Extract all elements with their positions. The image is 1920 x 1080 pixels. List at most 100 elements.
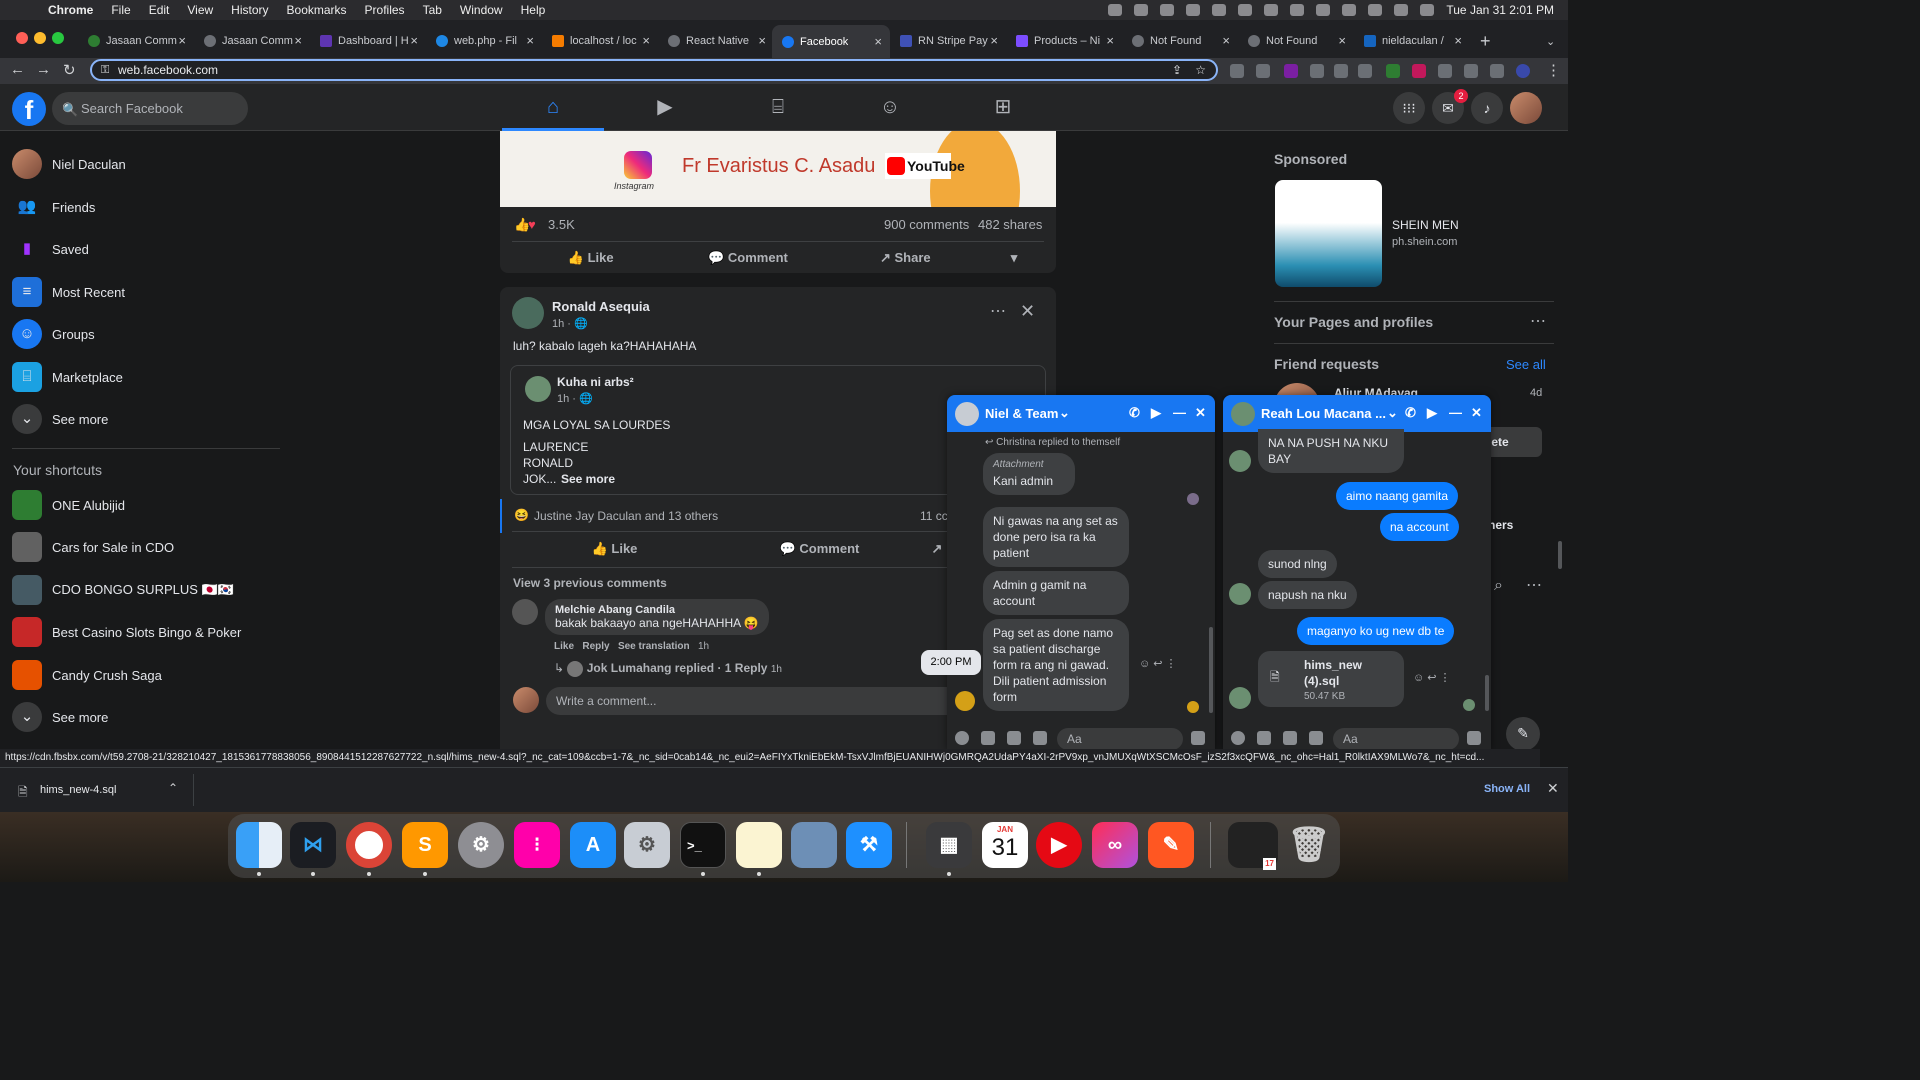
show-all-button[interactable]: Show All — [1484, 783, 1530, 795]
shortcut-item[interactable]: Candy Crush Saga — [12, 657, 162, 693]
message-bubble[interactable]: na account — [1380, 513, 1459, 541]
facebook-logo-icon[interactable]: f — [12, 92, 46, 126]
sidebar-see-more[interactable]: ⌄ See more — [12, 401, 108, 437]
search-icon[interactable]: ⌕ — [1494, 577, 1503, 595]
status-icon[interactable] — [1264, 4, 1279, 16]
gif-icon[interactable] — [1033, 731, 1047, 745]
preview-icon[interactable] — [791, 822, 837, 868]
shared-author[interactable]: Kuha ni arbs² — [557, 375, 634, 389]
notes-icon[interactable] — [736, 822, 782, 868]
menu-bookmarks[interactable]: Bookmarks — [287, 3, 347, 17]
close-tab-icon[interactable]: × — [874, 34, 882, 49]
extension-icon[interactable] — [1334, 64, 1348, 78]
sidebar-item-marketplace[interactable]: ⌸ Marketplace — [12, 359, 123, 395]
system-preferences-icon[interactable]: ⚙ — [458, 822, 504, 868]
chrome-menu-icon[interactable]: ⋮ — [1546, 61, 1561, 79]
menubar-clock[interactable]: Tue Jan 31 2:01 PM — [1446, 3, 1554, 17]
ad-image[interactable] — [1275, 180, 1382, 287]
account-avatar[interactable] — [1510, 92, 1542, 124]
groups-tab-icon[interactable]: ☺ — [839, 84, 941, 131]
calculator-icon[interactable]: ▦ — [926, 822, 972, 868]
new-message-icon[interactable]: ✎ — [1506, 717, 1540, 751]
video-call-icon[interactable]: ▶ — [1151, 405, 1161, 421]
post-image-banner[interactable]: Instagram Fr Evaristus C. Asadu YouTube — [500, 131, 1056, 207]
message-bubble[interactable]: Attachment Kani admin — [983, 453, 1075, 495]
pencil-app-icon[interactable]: ✎ — [1148, 822, 1194, 868]
share-icon[interactable]: ⇪ — [1172, 61, 1182, 79]
message-bubble[interactable]: NA NA PUSH NA NKU BAY — [1258, 429, 1404, 473]
status-icon[interactable] — [1134, 4, 1149, 16]
message-bubble[interactable]: maganyo ko ug new db te — [1297, 617, 1455, 645]
phone-icon[interactable]: ✆ — [1129, 405, 1140, 421]
browser-tab[interactable]: Not Found × — [1248, 30, 1346, 52]
sidebar-item-saved[interactable]: ▮ Saved — [12, 231, 89, 267]
extension-icon[interactable] — [1230, 64, 1244, 78]
chevron-down-icon[interactable]: ⌄ — [1059, 405, 1070, 421]
chat-header[interactable]: Reah Lou Macana ... ⌄ ✆ ▶ — ✕ — [1223, 395, 1491, 432]
lock-icon[interactable]: ⚿ — [101, 61, 109, 79]
close-icon[interactable]: ✕ — [1195, 405, 1206, 421]
image-icon[interactable] — [981, 731, 995, 745]
headphones-icon[interactable] — [1238, 4, 1253, 16]
status-icon[interactable] — [1108, 4, 1123, 16]
menu-profiles[interactable]: Profiles — [365, 3, 405, 17]
app-store-icon[interactable]: A — [570, 822, 616, 868]
marketplace-tab-icon[interactable]: ⌸ — [727, 84, 829, 131]
close-icon[interactable]: ✕ — [1020, 301, 1035, 322]
facebook-search-input[interactable]: 🔍 Search Facebook — [52, 92, 248, 125]
close-tab-icon[interactable]: × — [758, 33, 766, 48]
chat-scrollbar[interactable] — [1209, 627, 1213, 713]
close-tab-icon[interactable]: × — [178, 33, 186, 48]
siri-icon[interactable] — [1420, 4, 1435, 16]
write-comment-input[interactable]: Write a comment... — [546, 687, 966, 715]
more-options-icon[interactable]: ⋯ — [1530, 311, 1546, 331]
shortcut-item[interactable]: CDO BONGO SURPLUS 🇯🇵🇰🇷 — [12, 572, 234, 608]
messenger-icon[interactable]: ✉ 2 — [1432, 89, 1468, 124]
share-count[interactable]: 482 shares — [978, 217, 1042, 232]
message-bubble[interactable]: Admin g gamit na account — [983, 571, 1129, 615]
chat-header[interactable]: Niel & Team ⌄ ✆ ▶ — ✕ — [947, 395, 1215, 432]
forward-button[interactable]: → — [36, 61, 51, 78]
shortcut-item[interactable]: Cars for Sale in CDO — [12, 529, 174, 565]
see-all-link[interactable]: See all — [1506, 357, 1546, 372]
minimize-icon[interactable]: — — [1173, 405, 1186, 420]
close-tab-icon[interactable]: × — [642, 33, 650, 48]
sticker-icon[interactable] — [1007, 731, 1021, 745]
close-tab-icon[interactable]: × — [1338, 33, 1346, 48]
comment-button[interactable]: 💬 Comment — [669, 242, 826, 274]
like-button[interactable]: 👍 Like — [512, 242, 669, 274]
battery-icon[interactable] — [1290, 4, 1305, 16]
close-tab-icon[interactable]: × — [1454, 33, 1462, 48]
browser-tab[interactable]: Products – Ni × — [1016, 30, 1114, 52]
sidebar-item-profile[interactable]: Niel Daculan — [12, 146, 126, 182]
browser-tab[interactable]: localhost / loc × — [552, 30, 650, 52]
message-bubble[interactable]: aimo naang gamita — [1336, 482, 1459, 510]
more-options-icon[interactable]: ⋯ — [990, 301, 1006, 321]
extension-icon[interactable] — [1386, 64, 1400, 78]
user-icon[interactable] — [1342, 4, 1357, 16]
search-icon[interactable] — [1368, 4, 1383, 16]
finder-icon[interactable] — [236, 822, 282, 868]
status-icon[interactable] — [1212, 4, 1227, 16]
comment-like-link[interactable]: Like — [554, 641, 574, 652]
close-tab-icon[interactable]: × — [410, 33, 418, 48]
close-tab-icon[interactable]: × — [294, 33, 302, 48]
minimize-window-button[interactable] — [34, 32, 46, 44]
sticker-icon[interactable] — [1283, 731, 1297, 745]
sidebar-item-most-recent[interactable]: ≡ Most Recent — [12, 274, 125, 310]
audience-selector[interactable]: ▾ — [984, 242, 1044, 274]
back-button[interactable]: ← — [10, 61, 25, 78]
vscode-icon[interactable]: ⋈ — [290, 822, 336, 868]
home-tab-icon[interactable]: ⌂ — [502, 84, 604, 131]
menu-grid-icon[interactable]: ⁝⁝⁝ — [1393, 92, 1425, 124]
close-window-button[interactable] — [16, 32, 28, 44]
browser-tab-active[interactable]: Facebook × — [772, 25, 890, 58]
close-tab-icon[interactable]: × — [1106, 33, 1114, 48]
ad-title[interactable]: SHEIN MEN — [1392, 218, 1459, 232]
extension-icon[interactable] — [1310, 64, 1324, 78]
menu-view[interactable]: View — [187, 3, 213, 17]
message-bubble[interactable]: Pag set as done namo sa patient discharg… — [983, 619, 1129, 711]
close-tab-icon[interactable]: × — [526, 33, 534, 48]
launchpad-icon[interactable]: ⁝ — [514, 822, 560, 868]
menu-file[interactable]: File — [111, 3, 130, 17]
